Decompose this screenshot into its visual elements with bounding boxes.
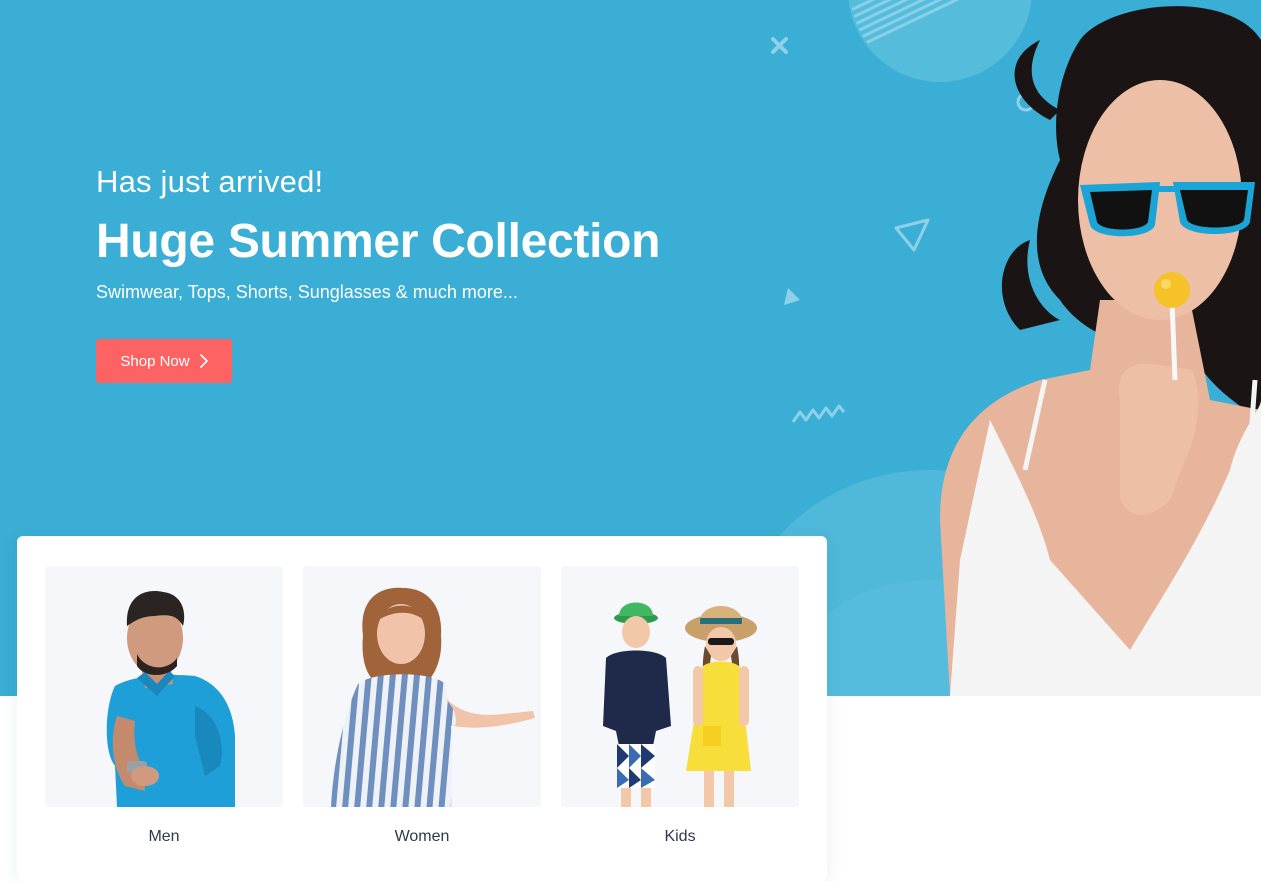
woman-in-striped-dress-image [331, 587, 535, 807]
decor-triangle-solid [784, 288, 800, 305]
decor-zigzag [791, 404, 846, 423]
category-image-kids [561, 566, 799, 807]
category-card-men[interactable]: Men [45, 566, 283, 846]
shop-now-button[interactable]: Shop Now [96, 339, 232, 383]
category-image-women [303, 566, 541, 807]
category-label-men: Men [148, 828, 180, 845]
decor-triangle-outline [894, 218, 930, 252]
hero-subtitle: Swimwear, Tops, Shorts, Sunglasses & muc… [96, 282, 518, 302]
category-panel: Men Women Kids [17, 536, 827, 881]
category-card-women[interactable]: Women [303, 566, 541, 846]
two-kids-in-hats-image [603, 602, 757, 807]
decor-cross [771, 37, 788, 54]
category-label-women: Women [394, 828, 450, 845]
chevron-right-icon [199, 354, 208, 368]
category-card-kids[interactable]: Kids [561, 566, 799, 846]
man-in-blue-polo-image [106, 591, 235, 807]
hero-title: Huge Summer Collection [96, 215, 661, 268]
category-label-kids: Kids [664, 828, 696, 845]
hero-kicker: Has just arrived! [96, 164, 324, 199]
hero-model-image [940, 6, 1261, 696]
shop-now-label: Shop Now [120, 352, 190, 370]
category-image-men [45, 566, 283, 807]
